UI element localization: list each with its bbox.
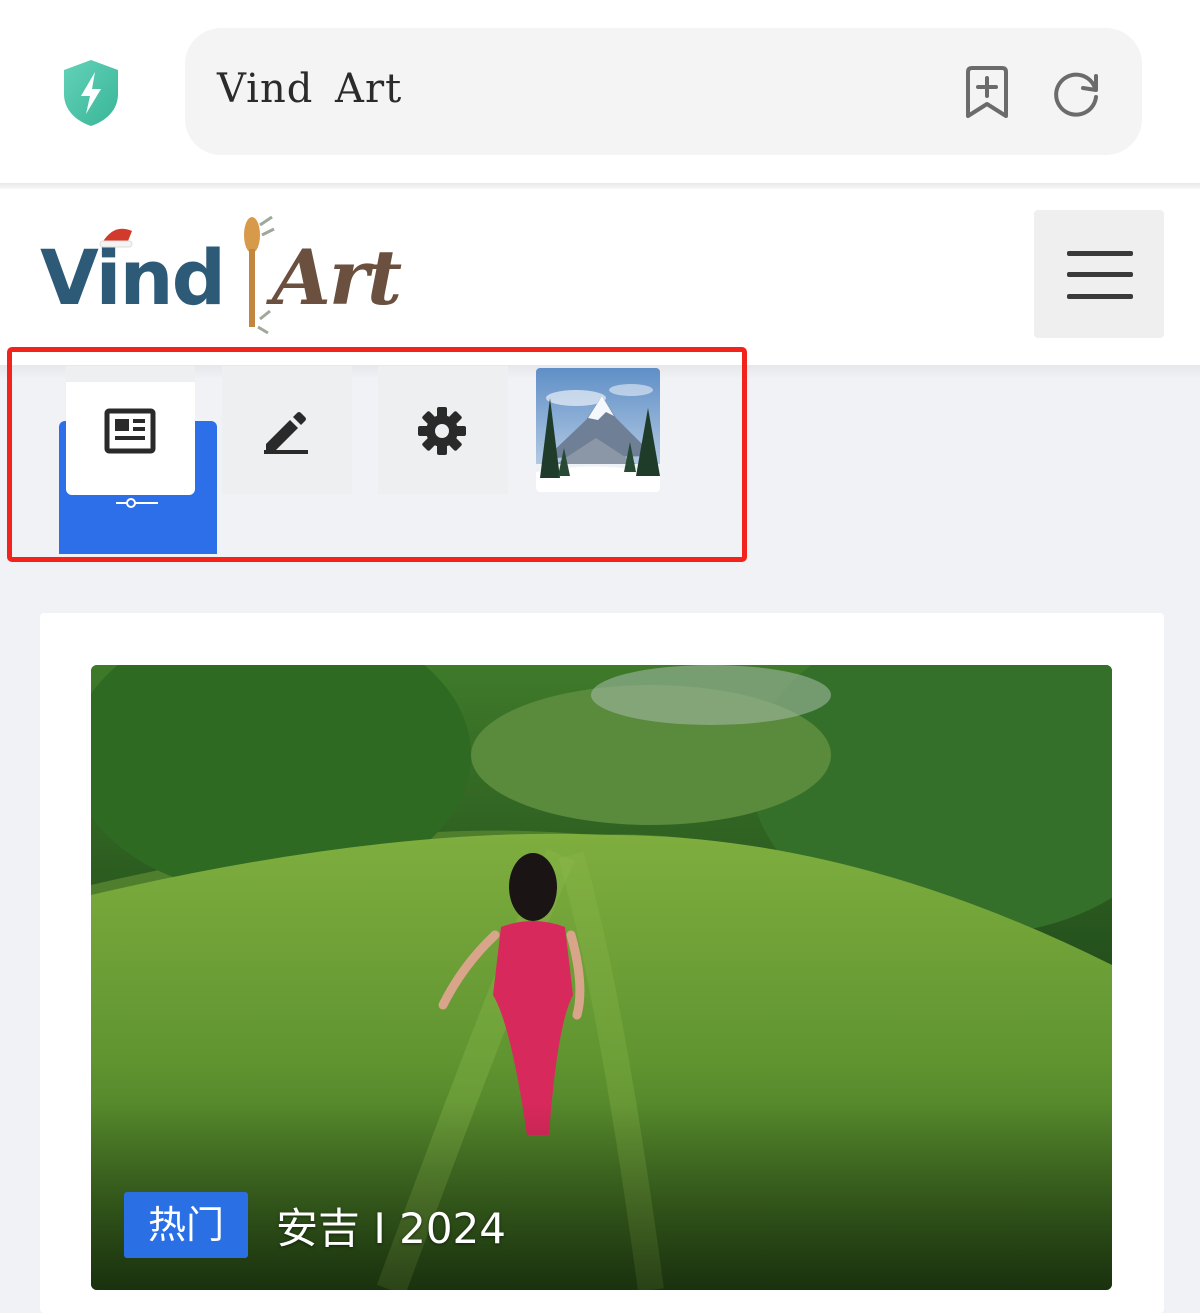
- settings-gear-icon[interactable]: [417, 406, 467, 456]
- hamburger-menu-icon: [1067, 251, 1133, 256]
- toolbar: [0, 366, 760, 566]
- featured-image[interactable]: 热门 安吉 I 2024: [91, 665, 1112, 1290]
- logo-word-art: Art: [272, 233, 402, 322]
- active-indicator-icon: [116, 498, 158, 508]
- news-article-icon[interactable]: [104, 408, 156, 454]
- address-text: Vind Art: [217, 66, 403, 112]
- shield-bolt-icon[interactable]: [60, 58, 122, 128]
- refresh-icon[interactable]: [1049, 66, 1103, 120]
- hot-badge[interactable]: 热门: [124, 1192, 249, 1258]
- featured-card: 热门 安吉 I 2024: [40, 613, 1164, 1313]
- paddle-icon: [244, 215, 275, 335]
- address-bar[interactable]: Vind Art: [185, 28, 1142, 155]
- santa-hat-icon: [99, 228, 133, 248]
- site-logo[interactable]: Vind Art: [36, 215, 426, 335]
- edit-pencil-icon[interactable]: [262, 408, 310, 454]
- bookmark-add-icon[interactable]: [960, 66, 1014, 120]
- browser-bar: Vind Art: [0, 0, 1200, 183]
- hero-caption: 热门 安吉 I 2024: [124, 1192, 506, 1258]
- site-header: Vind Art: [0, 189, 1200, 365]
- mountain-thumbnail[interactable]: [536, 368, 660, 492]
- hero-title[interactable]: 安吉 I 2024: [276, 1195, 506, 1256]
- hamburger-menu-icon: [1067, 294, 1133, 299]
- hamburger-menu-button[interactable]: [1034, 210, 1164, 338]
- hamburger-menu-icon: [1067, 272, 1133, 277]
